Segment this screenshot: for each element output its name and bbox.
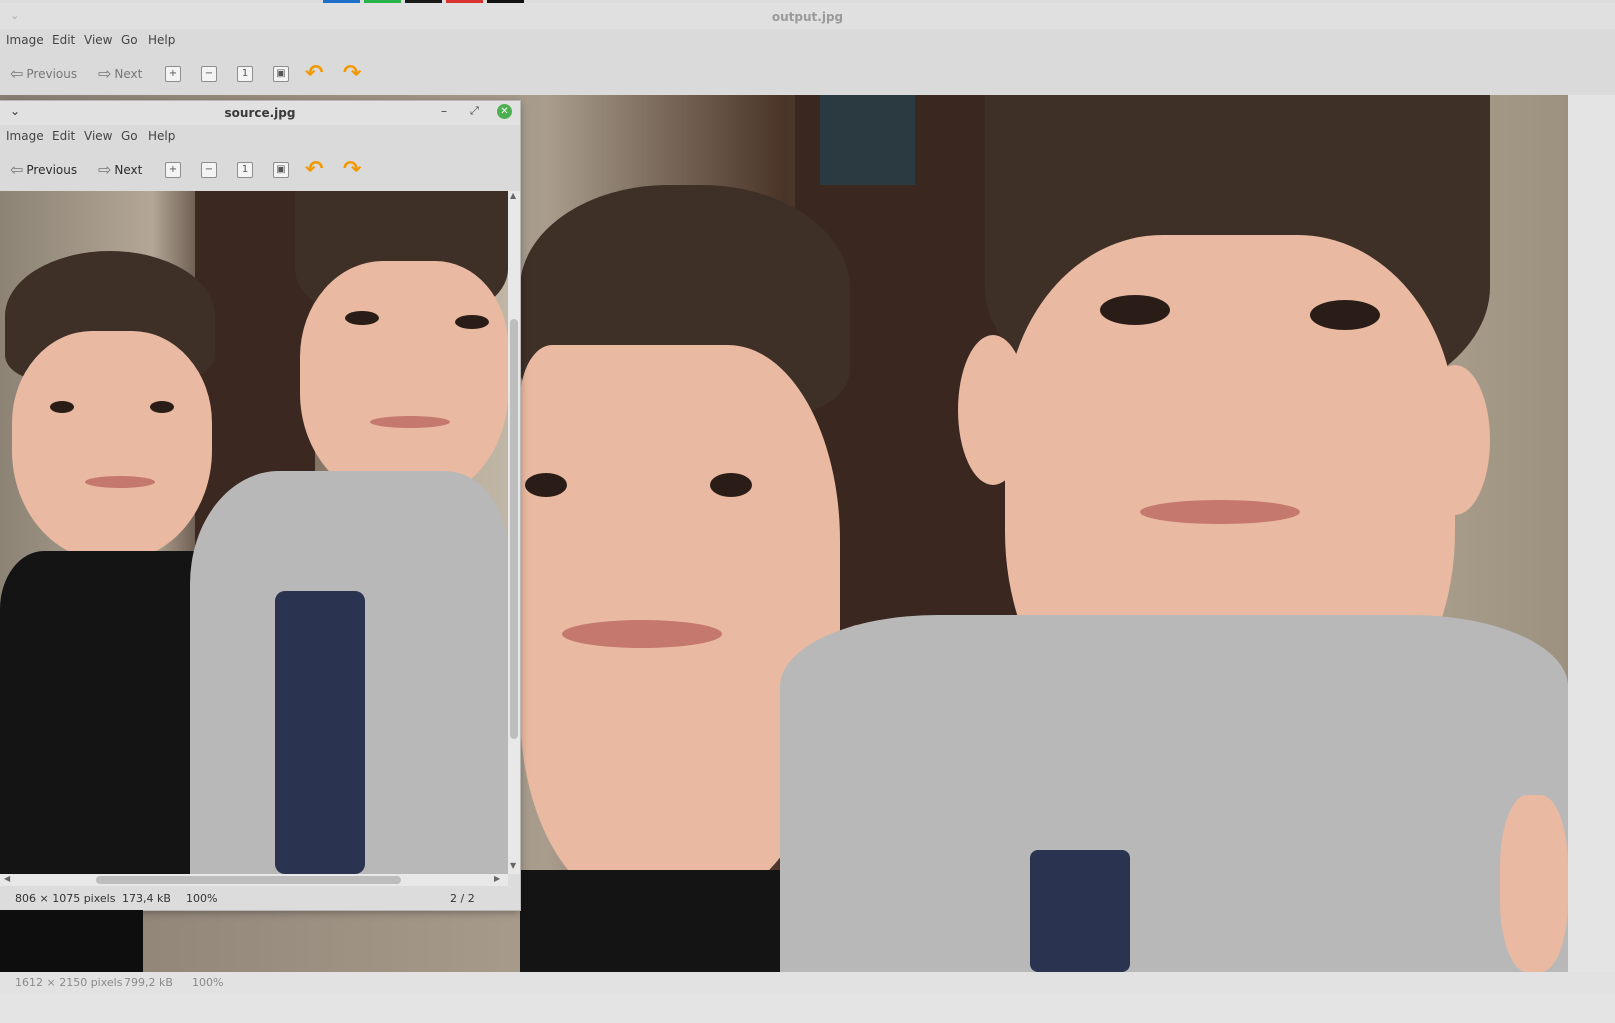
arrow-left-icon: ⇦ — [10, 160, 24, 179]
source-window[interactable]: ⌄ source.jpg – ⤢ ✕ Image Edit View Go He… — [0, 101, 520, 910]
output-zoom: 100% — [192, 976, 224, 989]
previous-button[interactable]: ⇦ Previous — [10, 160, 77, 179]
zoom-in-icon[interactable]: + — [165, 162, 181, 178]
hand-on-shoulder — [1500, 795, 1568, 972]
menu-edit[interactable]: Edit — [52, 129, 75, 143]
right-boy-ear-right — [1420, 365, 1490, 515]
right-boy-shirt — [780, 615, 1568, 972]
output-statusbar: 1612 × 2150 pixels 799,2 kB 100% — [0, 972, 1615, 993]
scroll-right-icon[interactable]: ▶ — [494, 874, 500, 883]
scroll-down-icon[interactable]: ▼ — [510, 861, 516, 870]
best-fit-icon[interactable]: ▣ — [273, 66, 289, 82]
left-boy-eye-1 — [525, 473, 567, 497]
scroll-up-icon[interactable]: ▲ — [510, 191, 516, 200]
right-boy-mouth — [370, 416, 450, 428]
menu-view[interactable]: View — [84, 129, 112, 143]
shirt-print — [1030, 850, 1130, 972]
left-boy-mouth — [85, 476, 155, 488]
close-icon[interactable]: ✕ — [497, 104, 512, 119]
minimize-icon[interactable]: – — [441, 104, 447, 118]
menu-go[interactable]: Go — [121, 129, 138, 143]
previous-label: Previous — [26, 162, 78, 177]
source-dimensions: 806 × 1075 pixels — [15, 892, 116, 905]
zoom-out-icon[interactable]: − — [201, 162, 217, 178]
menu-help[interactable]: Help — [148, 33, 175, 47]
right-boy-eye-2 — [455, 315, 489, 329]
output-image-edge — [0, 910, 143, 972]
left-boy-eye-2 — [150, 401, 174, 413]
right-boy-face — [300, 261, 508, 501]
right-boy-eye-2 — [1310, 300, 1380, 330]
left-boy-eye-2 — [710, 473, 752, 497]
zoom-out-icon[interactable]: − — [201, 66, 217, 82]
arrow-right-icon: ⇨ — [98, 64, 112, 83]
vertical-scrollbar[interactable]: ▲ ▼ — [508, 191, 520, 874]
next-button[interactable]: ⇨ Next — [98, 160, 142, 179]
right-boy-eye-1 — [1100, 295, 1170, 325]
arrow-left-icon: ⇦ — [10, 64, 24, 83]
image-position: 2 / 2 — [450, 892, 475, 905]
menu-view[interactable]: View — [84, 33, 112, 47]
source-menubar: Image Edit View Go Help — [0, 125, 520, 147]
rotate-left-icon[interactable]: ↶ — [305, 63, 323, 85]
left-boy-mouth — [562, 620, 722, 648]
horizontal-scroll-thumb[interactable] — [96, 876, 401, 884]
normal-size-icon[interactable]: 1 — [237, 162, 253, 178]
next-label: Next — [114, 162, 143, 177]
output-window-title: output.jpg — [771, 10, 844, 24]
left-boy-face — [12, 331, 212, 561]
previous-button[interactable]: ⇦ Previous — [10, 64, 77, 83]
previous-label: Previous — [26, 66, 78, 81]
source-filesize: 173,4 kB — [122, 892, 171, 905]
menu-go[interactable]: Go — [121, 33, 138, 47]
output-menubar: Image Edit View Go Help — [0, 29, 1615, 51]
source-zoom: 100% — [186, 892, 218, 905]
right-boy-eye-1 — [345, 311, 379, 325]
source-statusbar: 806 × 1075 pixels 173,4 kB 100% 2 / 2 — [0, 890, 520, 910]
best-fit-icon[interactable]: ▣ — [273, 162, 289, 178]
source-image-view[interactable] — [0, 191, 508, 874]
output-filesize: 799,2 kB — [124, 976, 173, 989]
rotate-right-icon[interactable]: ↷ — [343, 63, 361, 85]
arrow-right-icon: ⇨ — [98, 160, 112, 179]
menu-help[interactable]: Help — [148, 129, 175, 143]
output-toolbar: ⇦ Previous ⇨ Next + − 1 ▣ ↶ ↷ — [0, 51, 1615, 95]
rotate-left-icon[interactable]: ↶ — [305, 159, 323, 181]
scroll-left-icon[interactable]: ◀ — [4, 874, 10, 883]
menu-edit[interactable]: Edit — [52, 33, 75, 47]
next-label: Next — [114, 66, 143, 81]
maximize-icon[interactable]: ⤢ — [470, 104, 479, 118]
normal-size-icon[interactable]: 1 — [237, 66, 253, 82]
shirt-print — [275, 591, 365, 874]
right-boy-mouth — [1140, 500, 1300, 524]
menu-image[interactable]: Image — [6, 129, 44, 143]
output-window-titlebar[interactable]: ⌄ output.jpg — [0, 3, 1615, 32]
horizontal-scrollbar[interactable]: ◀ ▶ — [0, 874, 508, 886]
rotate-right-icon[interactable]: ↷ — [343, 159, 361, 181]
output-right-margin — [1568, 95, 1615, 972]
output-dimensions: 1612 × 2150 pixels — [15, 976, 123, 989]
menu-image[interactable]: Image — [6, 33, 44, 47]
vertical-scroll-thumb[interactable] — [510, 319, 518, 739]
zoom-in-icon[interactable]: + — [165, 66, 181, 82]
door-window-shape — [820, 95, 915, 185]
source-toolbar: ⇦ Previous ⇨ Next + − 1 ▣ ↶ ↷ — [0, 147, 520, 191]
next-button[interactable]: ⇨ Next — [98, 64, 142, 83]
source-window-titlebar[interactable]: ⌄ source.jpg – ⤢ ✕ — [0, 101, 520, 125]
right-boy-ear-left — [958, 335, 1028, 485]
left-boy-eye-1 — [50, 401, 74, 413]
